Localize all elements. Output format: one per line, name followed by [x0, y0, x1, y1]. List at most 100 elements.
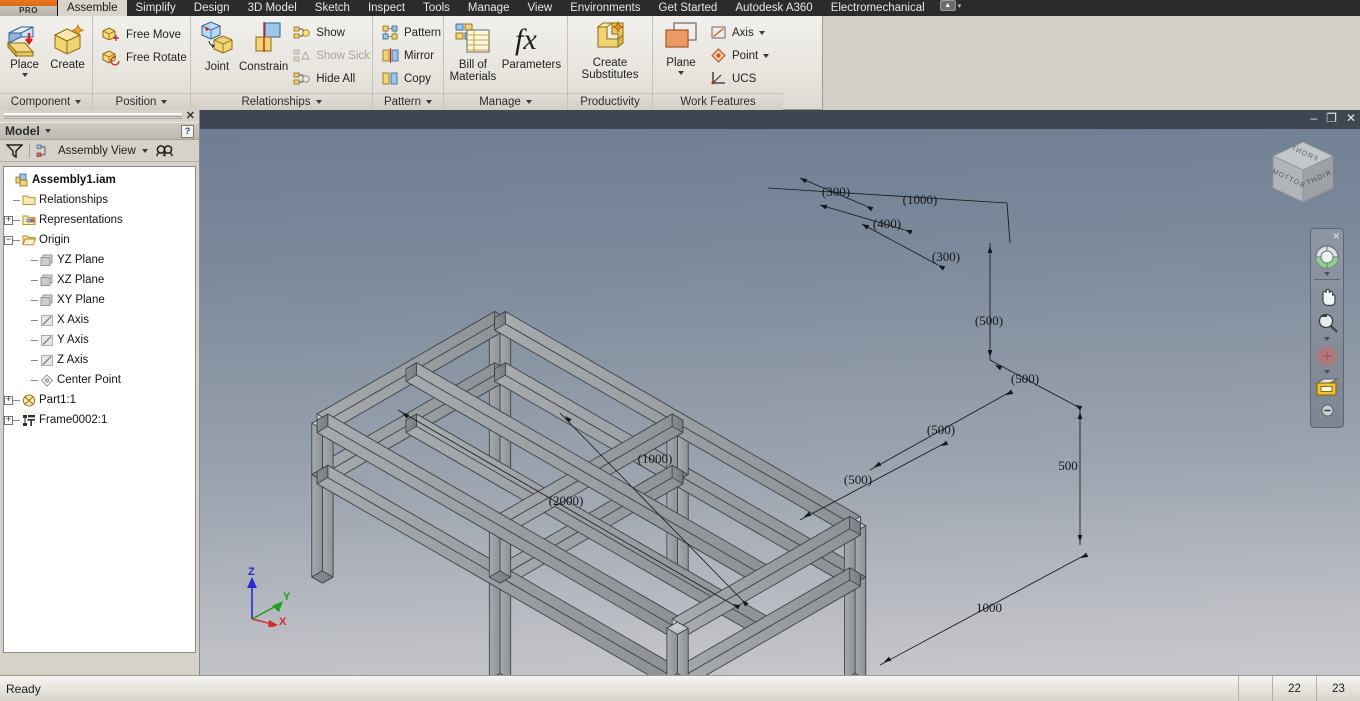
tree-node[interactable]: Center Point	[4, 370, 195, 390]
ribbon-tab-autodesk-a360[interactable]: Autodesk A360	[726, 0, 821, 16]
tree-node[interactable]: X Axis	[4, 310, 195, 330]
panel-title-relationships[interactable]: Relationships	[191, 93, 372, 110]
work-point-button[interactable]: Point	[706, 44, 773, 67]
zoom-button[interactable]	[1316, 312, 1339, 341]
tree-node[interactable]: + Frame0002:1	[4, 410, 195, 430]
ribbon-collapse-icon[interactable]: ▲	[939, 0, 956, 11]
chevron-down-icon[interactable]	[758, 30, 765, 35]
browser-drag-grip[interactable]	[4, 113, 182, 119]
dimension-label[interactable]: 500	[1058, 458, 1078, 473]
chevron-down-icon[interactable]	[315, 100, 322, 104]
navbar-more-button[interactable]	[1320, 404, 1334, 417]
graphics-viewport[interactable]: – ❐ ✕ (300) (1000) (400) (300) (500) (500) (50…	[200, 110, 1360, 675]
model-tree[interactable]: Assembly1.iam Relationships + Representatio…	[3, 166, 196, 653]
close-button[interactable]: ✕	[1346, 112, 1356, 124]
ribbon-collapse-control[interactable]: ▲ ▾	[939, 0, 962, 11]
bill-of-materials-button[interactable]: Bill of Materials	[449, 19, 497, 83]
dimension-label[interactable]: (500)	[844, 472, 872, 487]
hide-all-button[interactable]: Hide All	[289, 67, 374, 90]
steering-wheels-button[interactable]	[1314, 244, 1340, 276]
chevron-down-icon[interactable]	[426, 100, 433, 104]
chevron-down-icon[interactable]	[21, 73, 28, 77]
help-icon[interactable]: ?	[181, 124, 194, 138]
ribbon-tab-electromechanical[interactable]: Electromechanical	[822, 0, 934, 16]
close-icon[interactable]: ✕	[186, 111, 195, 122]
dimension-label[interactable]: (300)	[822, 184, 850, 199]
chevron-down-icon[interactable]	[141, 148, 148, 153]
tree-node[interactable]: Y Axis	[4, 330, 195, 350]
chevron-down-icon[interactable]	[1324, 370, 1330, 374]
chevron-down-icon[interactable]	[763, 53, 770, 58]
ribbon-tab-design[interactable]: Design	[185, 0, 239, 16]
chevron-down-icon[interactable]	[1324, 337, 1330, 341]
panel-title-pattern[interactable]: Pattern	[373, 93, 443, 110]
panel-title-position[interactable]: Position	[93, 93, 190, 110]
ribbon-tab-simplify[interactable]: Simplify	[127, 0, 185, 16]
tree-expander[interactable]: +	[4, 215, 13, 225]
chevron-down-icon[interactable]: ▾	[958, 2, 962, 10]
place-component-button[interactable]: Place	[5, 19, 45, 77]
chevron-down-icon[interactable]	[678, 71, 684, 75]
pan-button[interactable]	[1316, 286, 1339, 309]
dimension-label[interactable]: (1000)	[903, 192, 938, 207]
tree-expander[interactable]: +	[4, 395, 13, 405]
free-rotate-button[interactable]: Free Rotate	[98, 46, 191, 69]
ribbon-tab-sketch[interactable]: Sketch	[306, 0, 359, 16]
frame-model-3d[interactable]: (300)(1000)(400)(300)(500)(500)(500)(500…	[200, 110, 1360, 675]
chevron-down-icon[interactable]	[44, 129, 51, 133]
parameters-button[interactable]: fx Parameters	[501, 19, 562, 71]
ribbon-tab-3d-model[interactable]: 3D Model	[239, 0, 306, 16]
ribbon-tab-environments[interactable]: Environments	[561, 0, 649, 16]
panel-title-component[interactable]: Component	[0, 93, 92, 110]
dimension-label[interactable]: 1000	[976, 600, 1002, 615]
find-icon[interactable]	[155, 144, 174, 158]
show-sick-button[interactable]: Show Sick	[289, 44, 374, 67]
work-axis-button[interactable]: Axis	[706, 21, 773, 44]
look-at-button[interactable]	[1314, 377, 1340, 399]
ribbon-tab-get-started[interactable]: Get Started	[650, 0, 727, 16]
dimension-label[interactable]: (500)	[1011, 371, 1039, 386]
tree-node[interactable]: XY Plane	[4, 290, 195, 310]
tree-node[interactable]: Z Axis	[4, 350, 195, 370]
ribbon-tab-manage[interactable]: Manage	[459, 0, 519, 16]
constrain-button[interactable]: Constrain	[239, 19, 288, 73]
restore-button[interactable]: ❐	[1326, 112, 1337, 124]
orbit-button[interactable]	[1315, 344, 1339, 374]
dimension-label[interactable]: (2000)	[549, 493, 584, 508]
tree-node[interactable]: YZ Plane	[4, 250, 195, 270]
minimize-button[interactable]: –	[1310, 112, 1317, 124]
navbar-close-icon[interactable]: ✕	[1332, 232, 1340, 241]
tree-expander[interactable]: −	[4, 235, 13, 245]
navigation-bar[interactable]: ✕	[1310, 228, 1344, 428]
joint-button[interactable]: Joint	[196, 19, 238, 73]
show-relationships-button[interactable]: Show	[289, 21, 374, 44]
panel-title-manage[interactable]: Manage	[444, 93, 567, 110]
tree-node[interactable]: − Origin	[4, 230, 195, 250]
create-component-button[interactable]: Create	[48, 19, 88, 71]
work-plane-button[interactable]: Plane	[658, 19, 704, 75]
mirror-button[interactable]: Mirror	[378, 44, 445, 67]
filter-icon[interactable]	[6, 143, 23, 158]
viewcube[interactable]: FRONT BOTTOM RIGHT	[1264, 136, 1342, 214]
dimension-label[interactable]: (500)	[927, 422, 955, 437]
ribbon-tab-tools[interactable]: Tools	[414, 0, 459, 16]
chevron-down-icon[interactable]	[1324, 272, 1330, 276]
dimension-label[interactable]: (300)	[932, 249, 960, 264]
tree-node[interactable]: + Part1:1	[4, 390, 195, 410]
chevron-down-icon[interactable]	[525, 100, 532, 104]
tree-node[interactable]: Assembly1.iam	[4, 170, 195, 190]
dimension-label[interactable]: (1000)	[638, 451, 673, 466]
create-substitutes-button[interactable]: Create Substitutes	[573, 19, 647, 81]
ucs-button[interactable]: UCS	[706, 67, 773, 90]
ribbon-tab-view[interactable]: View	[518, 0, 561, 16]
tree-node[interactable]: XZ Plane	[4, 270, 195, 290]
tree-expander[interactable]: +	[4, 415, 13, 425]
chevron-down-icon[interactable]	[75, 100, 82, 104]
tree-node[interactable]: Relationships	[4, 190, 195, 210]
ribbon-tab-inspect[interactable]: Inspect	[359, 0, 414, 16]
tree-node[interactable]: + Representations	[4, 210, 195, 230]
free-move-button[interactable]: Free Move	[98, 23, 191, 46]
pattern-button[interactable]: Pattern	[378, 21, 445, 44]
copy-button[interactable]: Copy	[378, 67, 445, 90]
ribbon-tab-assemble[interactable]: Assemble	[58, 0, 127, 16]
